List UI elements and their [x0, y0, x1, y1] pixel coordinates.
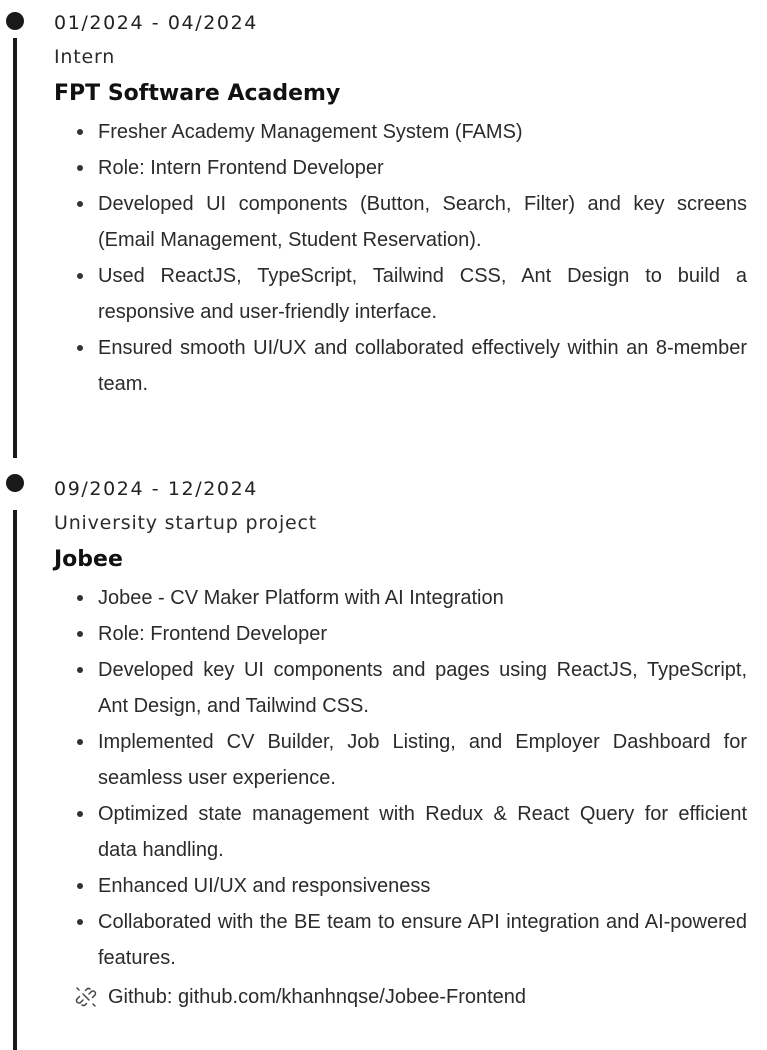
entry-role: Intern — [54, 46, 116, 68]
experience-entry: 01/2024 - 04/2024 Intern FPT Software Ac… — [0, 0, 767, 458]
entry-company: Jobee — [54, 547, 123, 572]
bullet-item: Developed key UI components and pages us… — [74, 652, 747, 724]
bullet-item: Used ReactJS, TypeScript, Tailwind CSS, … — [74, 258, 747, 330]
timeline-line — [13, 510, 17, 1050]
bullet-item: Implemented CV Builder, Job Listing, and… — [74, 724, 747, 796]
bullet-item: Collaborated with the BE team to ensure … — [74, 904, 747, 976]
bullet-item: Role: Frontend Developer — [74, 616, 747, 652]
bullet-item: Role: Intern Frontend Developer — [74, 150, 747, 186]
github-link[interactable]: Github: github.com/khanhnqse/Jobee-Front… — [54, 980, 747, 1014]
entry-bullet-list: Jobee - CV Maker Platform with AI Integr… — [54, 580, 747, 976]
entry-role: University startup project — [54, 512, 318, 534]
broken-link-icon — [74, 985, 98, 1009]
timeline-dot — [6, 474, 24, 492]
bullet-item: Fresher Academy Management System (FAMS) — [74, 114, 747, 150]
entry-content: 09/2024 - 12/2024 University startup pro… — [54, 474, 747, 1014]
timeline-dot — [6, 12, 24, 30]
entry-bullet-list: Fresher Academy Management System (FAMS)… — [54, 114, 747, 402]
bullet-item: Ensured smooth UI/UX and collaborated ef… — [74, 330, 747, 402]
bullet-item: Optimized state management with Redux & … — [74, 796, 747, 868]
entry-date: 09/2024 - 12/2024 — [54, 478, 258, 500]
bullet-item: Jobee - CV Maker Platform with AI Integr… — [74, 580, 747, 616]
entry-date: 01/2024 - 04/2024 — [54, 12, 258, 34]
bullet-item: Enhanced UI/UX and responsiveness — [74, 868, 747, 904]
entry-content: 01/2024 - 04/2024 Intern FPT Software Ac… — [54, 8, 747, 402]
timeline-line — [13, 38, 17, 458]
entry-company: FPT Software Academy — [54, 81, 341, 106]
bullet-item: Developed UI components (Button, Search,… — [74, 186, 747, 258]
experience-entry: 09/2024 - 12/2024 University startup pro… — [0, 470, 767, 1050]
github-link-text[interactable]: Github: github.com/khanhnqse/Jobee-Front… — [108, 980, 526, 1014]
experience-timeline: 01/2024 - 04/2024 Intern FPT Software Ac… — [0, 0, 767, 1050]
